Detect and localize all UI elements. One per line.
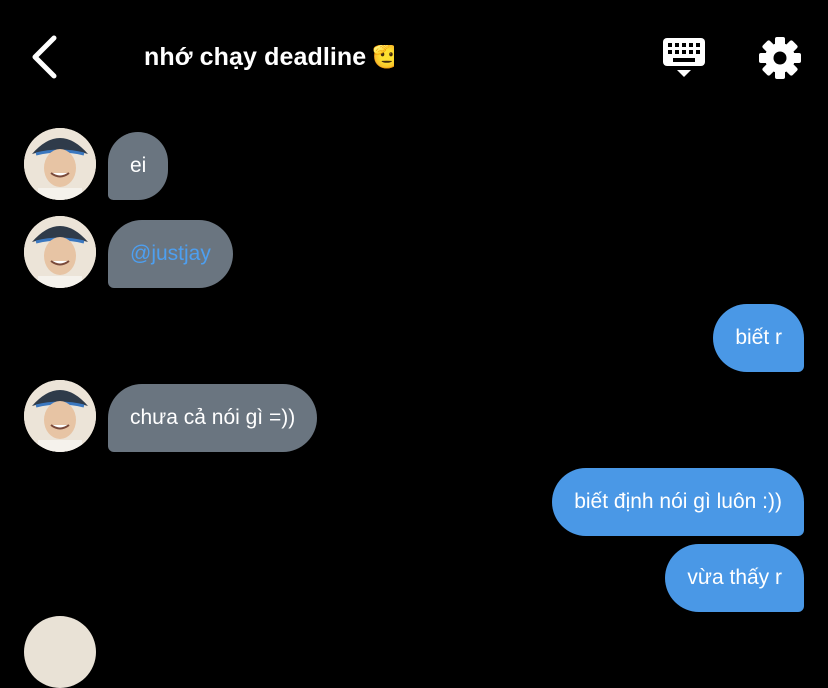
gear-icon bbox=[759, 37, 801, 79]
saluting-face-emoji: 🫡 bbox=[372, 45, 395, 69]
contact-photo bbox=[24, 128, 96, 200]
chevron-left-icon bbox=[32, 35, 57, 79]
message-text: biết r bbox=[735, 326, 782, 349]
message-text: vừa thấy r bbox=[687, 566, 782, 589]
message-bubble-incoming[interactable]: @justjay bbox=[108, 220, 233, 288]
avatar[interactable] bbox=[24, 616, 96, 688]
avatar[interactable] bbox=[24, 128, 96, 200]
chat-header: nhớ chạy deadline 🫡 bbox=[0, 0, 828, 112]
settings-button[interactable] bbox=[756, 34, 804, 82]
avatar[interactable] bbox=[24, 380, 96, 452]
message-text: chưa cả nói gì =)) bbox=[130, 406, 296, 429]
keyboard-icon bbox=[663, 38, 705, 77]
chat-title: nhớ chạy deadline 🫡 bbox=[144, 40, 394, 74]
chat-title-text: nhớ chạy deadline bbox=[144, 42, 367, 71]
keyboard-button[interactable] bbox=[660, 36, 708, 80]
message-text: ei bbox=[130, 154, 147, 177]
message-bubble-outgoing[interactable]: biết định nói gì luôn :)) bbox=[552, 468, 804, 536]
user-mention-link[interactable]: @justjay bbox=[130, 242, 211, 266]
message-bubble-outgoing[interactable]: vừa thấy r bbox=[665, 544, 804, 612]
contact-photo bbox=[24, 380, 96, 452]
avatar[interactable] bbox=[24, 216, 96, 288]
back-button[interactable] bbox=[26, 32, 66, 82]
message-text: biết định nói gì luôn :)) bbox=[574, 490, 782, 513]
message-bubble-incoming[interactable]: chưa cả nói gì =)) bbox=[108, 384, 318, 452]
contact-photo bbox=[24, 216, 96, 288]
message-bubble-incoming[interactable]: ei bbox=[108, 132, 169, 200]
message-bubble-outgoing[interactable]: biết r bbox=[713, 304, 804, 372]
